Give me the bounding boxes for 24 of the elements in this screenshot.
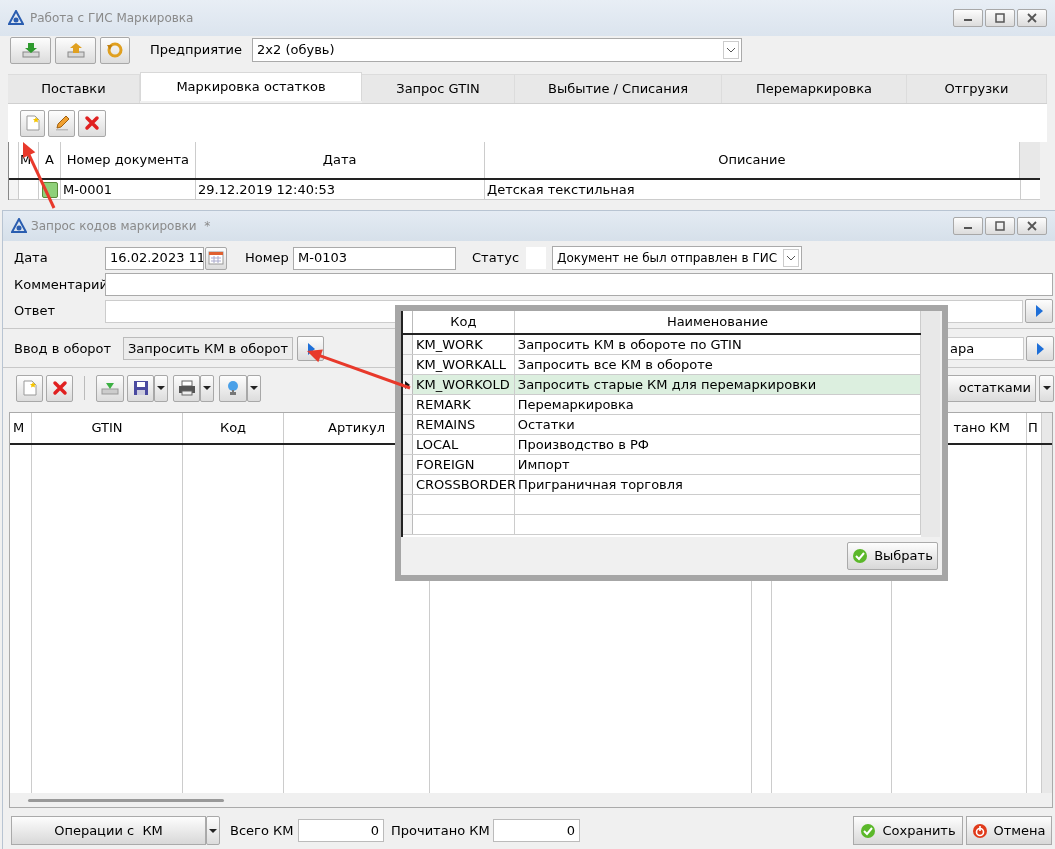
- table-cell: LOCAL: [413, 435, 515, 454]
- table-cell: CROSSBORDER: [413, 475, 515, 494]
- table-cell: KM_WORKOLD: [413, 375, 515, 394]
- total-field: 0: [298, 819, 384, 842]
- field-label: Статус: [472, 249, 521, 268]
- field-label: Ответ: [14, 302, 57, 321]
- field-label: Ввод в оборот: [14, 339, 113, 358]
- field-label: Всего КМ: [230, 821, 295, 840]
- window-title: Запрос кодов маркировки *: [31, 218, 211, 235]
- field-label: Предприятие: [150, 41, 243, 60]
- table-cell: M-0001: [61, 180, 196, 199]
- table-cell: FOREIGN: [413, 455, 515, 474]
- table-cell: KM_WORKALL: [413, 355, 515, 374]
- read-field: 0: [493, 819, 580, 842]
- window-title: Работа с ГИС Маркировка: [30, 10, 194, 27]
- table-cell: REMAINS: [413, 415, 515, 434]
- field-label: Прочитано КМ: [391, 821, 491, 840]
- field-label: Дата: [14, 249, 49, 268]
- field-label: Номер: [245, 249, 290, 268]
- field-label: Комментарий: [14, 275, 105, 294]
- table-cell: KM_WORK: [413, 335, 515, 354]
- table-cell: Детская текстильная: [485, 180, 1021, 199]
- table-cell: REMARK: [413, 395, 515, 414]
- table-cell: 29.12.2019 12:40:53: [196, 180, 485, 199]
